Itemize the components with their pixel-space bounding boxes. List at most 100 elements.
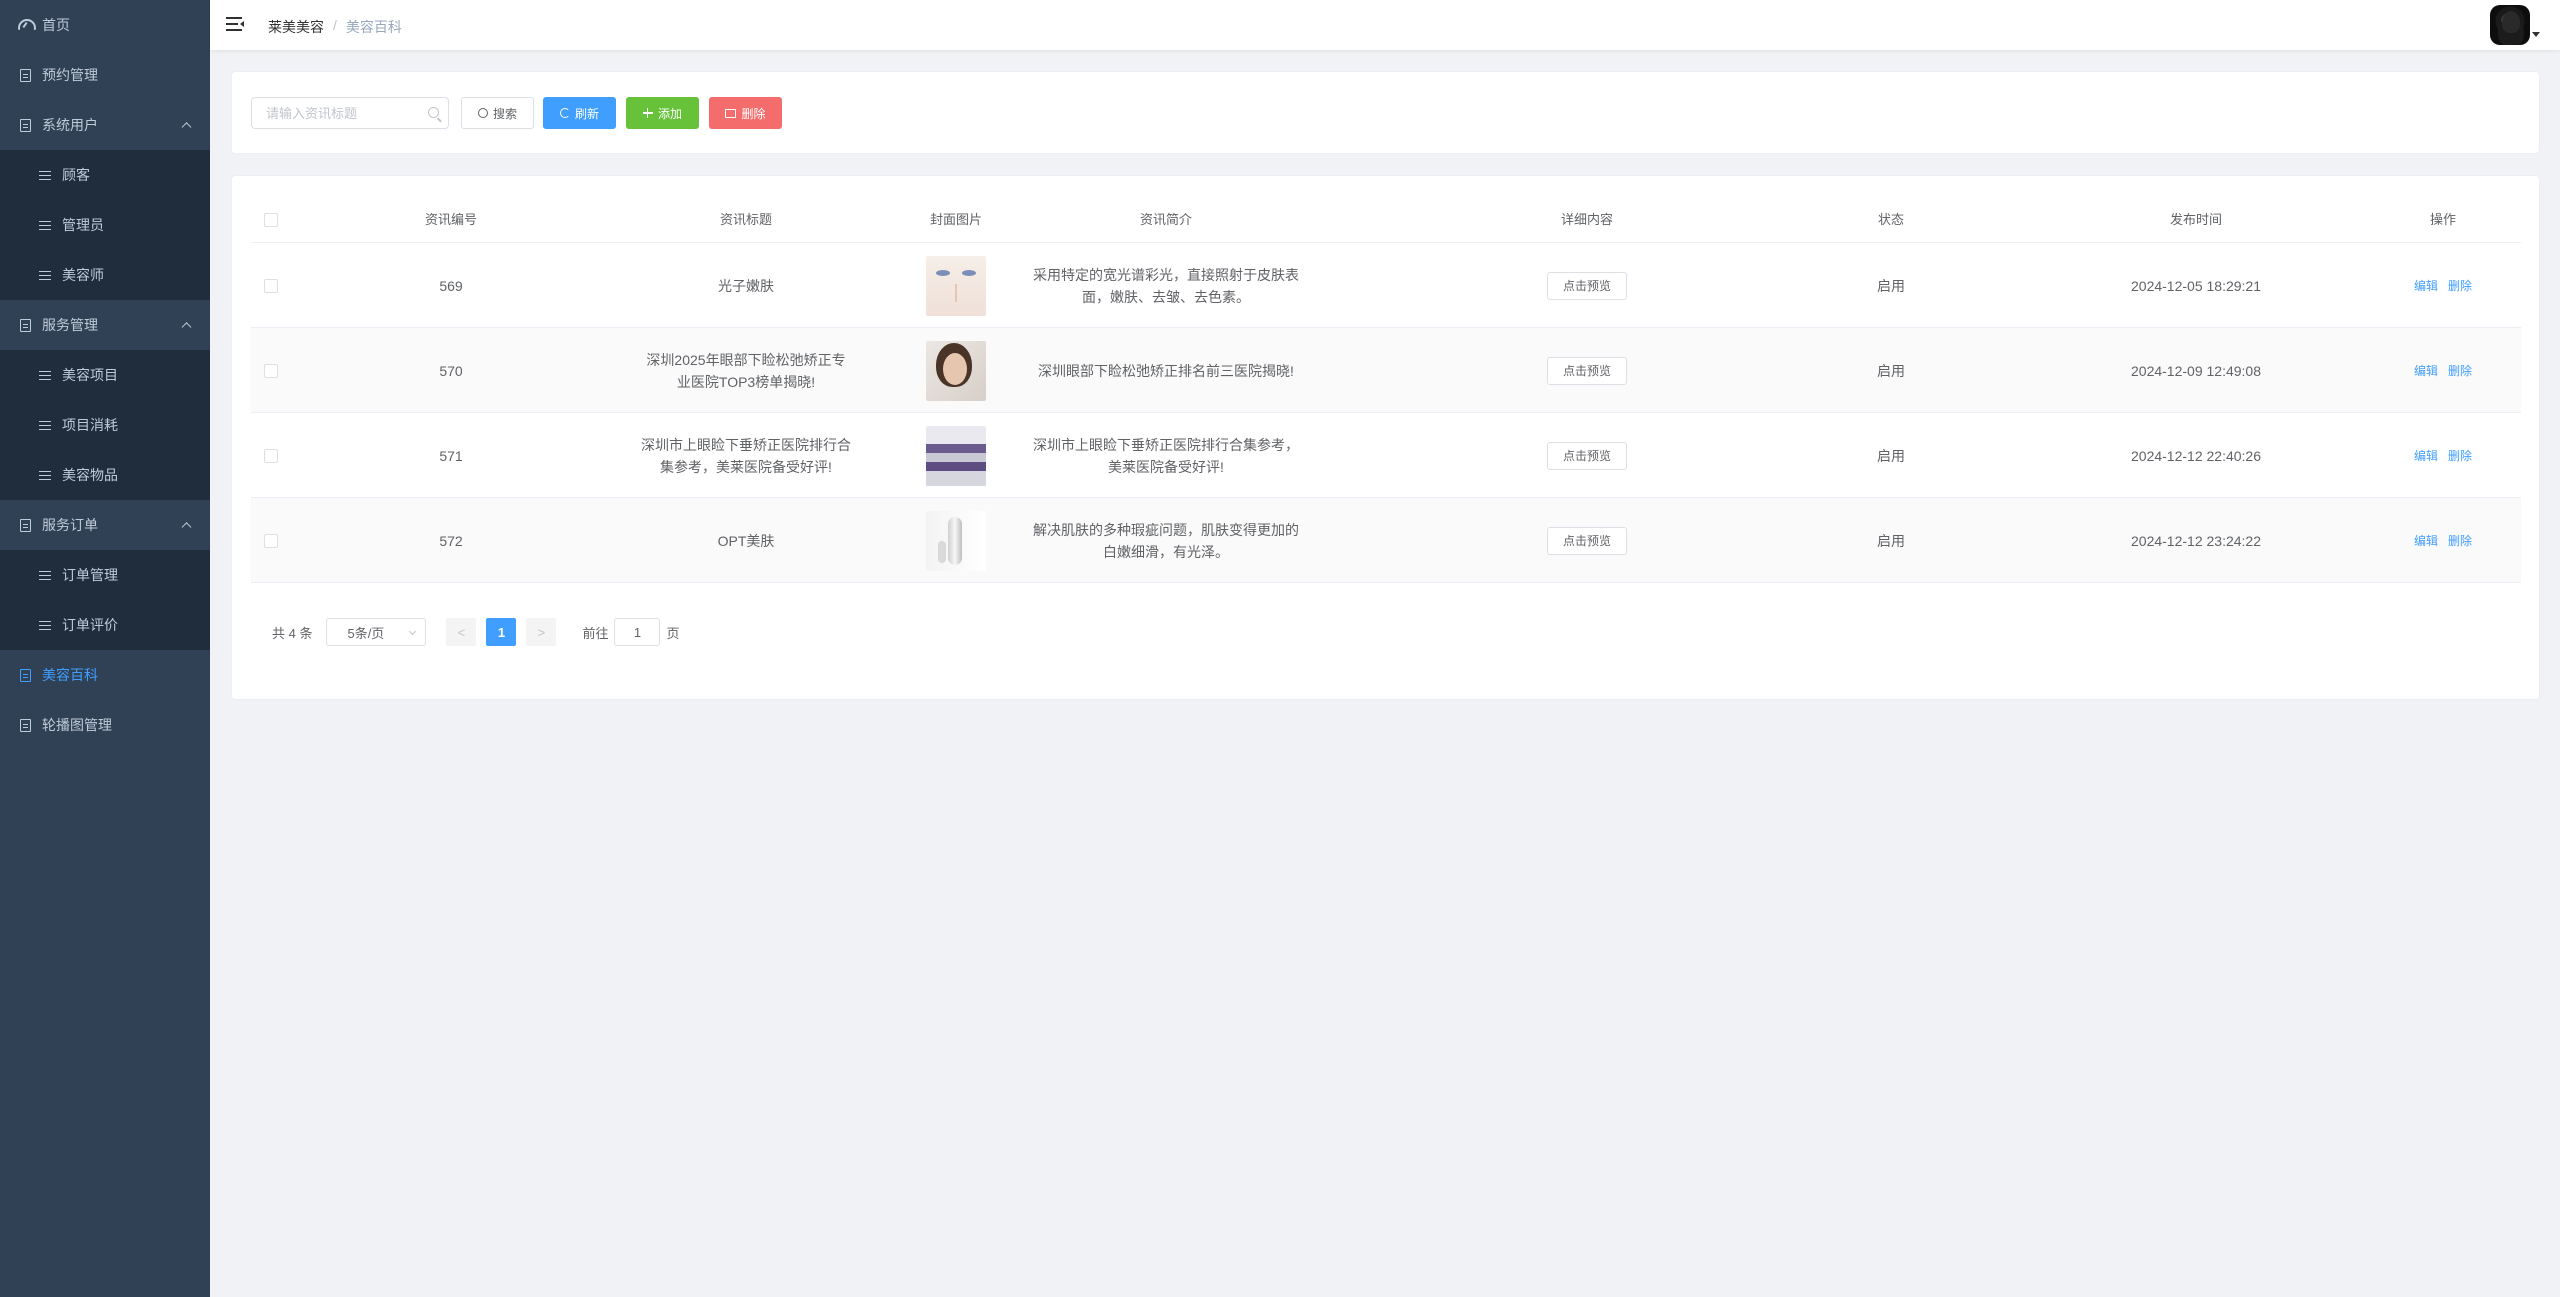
prev-page-button[interactable]: <	[446, 618, 477, 646]
edit-link[interactable]: 编辑	[2414, 360, 2438, 382]
chevron-up-icon	[181, 122, 192, 133]
cell-summary: 采用特定的宽光谱彩光，直接照射于皮肤表面，嫩肤、去皱、去色素。	[1033, 266, 1299, 305]
cell-status: 启用	[1877, 447, 1905, 464]
refresh-icon	[559, 108, 570, 118]
cell-actions: 编辑 删除	[2368, 328, 2518, 413]
cell-cover	[916, 243, 996, 328]
select-all-checkbox[interactable]	[264, 212, 278, 227]
sidebar-item-service-management[interactable]: 服务管理	[0, 300, 210, 350]
sidebar-item-label: 订单管理	[62, 567, 118, 583]
breadcrumb-current: 美容百科	[345, 19, 402, 35]
cell-id: 571	[439, 447, 463, 464]
sidebar-item-order-management[interactable]: 订单管理	[0, 550, 210, 600]
edit-link[interactable]: 编辑	[2414, 530, 2438, 552]
delete-link[interactable]: 删除	[2448, 445, 2472, 467]
sidebar-item-order-reviews[interactable]: 订单评价	[0, 600, 210, 650]
sidebar-item-system-users[interactable]: 系统用户	[0, 100, 210, 150]
sidebar-item-customers[interactable]: 顾客	[0, 150, 210, 200]
cell-status: 启用	[1877, 277, 1905, 294]
column-header-id: 资讯编号	[424, 212, 477, 227]
cell-cover	[916, 413, 996, 498]
next-page-button[interactable]: >	[526, 618, 557, 646]
sliders-icon	[38, 268, 52, 282]
edit-link[interactable]: 编辑	[2414, 445, 2438, 467]
cover-image[interactable]	[926, 255, 986, 316]
page-number-button[interactable]: 1	[486, 618, 517, 646]
sidebar-item-label: 服务管理	[42, 317, 98, 333]
cell-detail: 点击预览	[1487, 328, 1687, 413]
row-checkbox[interactable]	[264, 448, 278, 463]
breadcrumb-home[interactable]: 莱美美容	[268, 17, 324, 37]
cell-time: 2024-12-05 18:29:21	[2131, 277, 2261, 294]
cell-time: 2024-12-12 23:24:22	[2131, 532, 2261, 549]
add-button-label: 添加	[657, 106, 682, 121]
chevron-down-icon	[409, 627, 417, 636]
sidebar-item-beauty-projects[interactable]: 美容项目	[0, 350, 210, 400]
top-navbar: 莱美美容 / 美容百科	[210, 0, 2560, 50]
search-icon	[428, 107, 439, 118]
cover-image[interactable]	[926, 510, 986, 571]
sidebar-item-service-orders[interactable]: 服务订单	[0, 500, 210, 550]
sidebar-item-label: 订单评价	[62, 617, 118, 633]
delete-button[interactable]: 删除	[709, 97, 782, 129]
caret-down-icon[interactable]	[2532, 32, 2540, 37]
user-avatar[interactable]	[2490, 5, 2530, 45]
preview-button[interactable]: 点击预览	[1547, 441, 1627, 470]
delete-link[interactable]: 删除	[2448, 530, 2472, 552]
sidebar-item-home[interactable]: 首页	[0, 0, 210, 50]
preview-button[interactable]: 点击预览	[1547, 271, 1627, 300]
sidebar-item-label: 管理员	[62, 217, 104, 233]
sliders-icon	[38, 568, 52, 582]
cell-id: 569	[439, 277, 463, 294]
cover-image[interactable]	[926, 425, 986, 486]
delete-link[interactable]: 删除	[2448, 275, 2472, 297]
document-icon	[18, 518, 32, 532]
row-select-cell	[251, 498, 291, 583]
search-button[interactable]: 搜索	[461, 97, 534, 129]
sidebar-item-beauticians[interactable]: 美容师	[0, 250, 210, 300]
column-header-status: 状态	[1877, 212, 1904, 227]
table-header: 资讯编号 资讯标题 封面图片 资讯简介 详细内容 状态 发布时间 操作	[251, 196, 2521, 243]
row-checkbox[interactable]	[264, 363, 278, 378]
hamburger-menu-icon[interactable]	[226, 16, 244, 32]
goto-page-input[interactable]	[614, 618, 661, 646]
cell-actions: 编辑 删除	[2368, 243, 2518, 328]
delete-link[interactable]: 删除	[2448, 360, 2472, 382]
sidebar-item-carousel[interactable]: 轮播图管理	[0, 700, 210, 750]
goto-suffix: 页	[666, 625, 680, 641]
refresh-button-label: 刷新	[574, 106, 599, 121]
cell-detail: 点击预览	[1487, 243, 1687, 328]
row-checkbox[interactable]	[264, 278, 278, 293]
row-select-cell	[251, 328, 291, 413]
cover-image[interactable]	[926, 340, 986, 401]
cell-title: OPT美肤	[717, 532, 775, 549]
add-button[interactable]: 添加	[626, 97, 699, 129]
sidebar-item-beauty-items[interactable]: 美容物品	[0, 450, 210, 500]
preview-button[interactable]: 点击预览	[1547, 526, 1627, 555]
sidebar-item-admins[interactable]: 管理员	[0, 200, 210, 250]
sidebar-item-project-consumption[interactable]: 项目消耗	[0, 400, 210, 450]
sidebar-item-label: 预约管理	[42, 67, 98, 83]
page-size-value: 5条/页	[347, 625, 385, 641]
refresh-button[interactable]: 刷新	[543, 97, 616, 129]
row-select-cell	[251, 413, 291, 498]
column-header-cover: 封面图片	[929, 212, 982, 227]
preview-button[interactable]: 点击预览	[1547, 356, 1627, 385]
news-table-card: 资讯编号 资讯标题 封面图片 资讯简介 详细内容 状态 发布时间 操作 569 光…	[231, 175, 2540, 700]
column-header-detail: 详细内容	[1560, 212, 1613, 227]
sidebar-item-label: 美容物品	[62, 467, 118, 483]
page-size-select[interactable]: 5条/页	[326, 618, 427, 646]
search-input[interactable]	[252, 98, 412, 128]
table-body: 569 光子嫩肤 采用特定的宽光谱彩光，直接照射于皮肤表面，嫩肤、去皱、去色素。 点击…	[251, 243, 2521, 583]
breadcrumb-separator: /	[333, 17, 337, 33]
sidebar-item-label: 服务订单	[42, 517, 98, 533]
sidebar-item-label: 顾客	[62, 167, 90, 183]
cell-title: 深圳市上眼睑下垂矫正医院排行合集参考，美莱医院备受好评!	[641, 436, 851, 475]
row-checkbox[interactable]	[264, 533, 278, 548]
document-icon	[18, 318, 32, 332]
sidebar-item-appointments[interactable]: 预约管理	[0, 50, 210, 100]
edit-link[interactable]: 编辑	[2414, 275, 2438, 297]
cell-title: 光子嫩肤	[718, 277, 774, 294]
sidebar-item-beauty-encyclopedia[interactable]: 美容百科	[0, 650, 210, 700]
sidebar-item-label: 轮播图管理	[42, 717, 112, 733]
